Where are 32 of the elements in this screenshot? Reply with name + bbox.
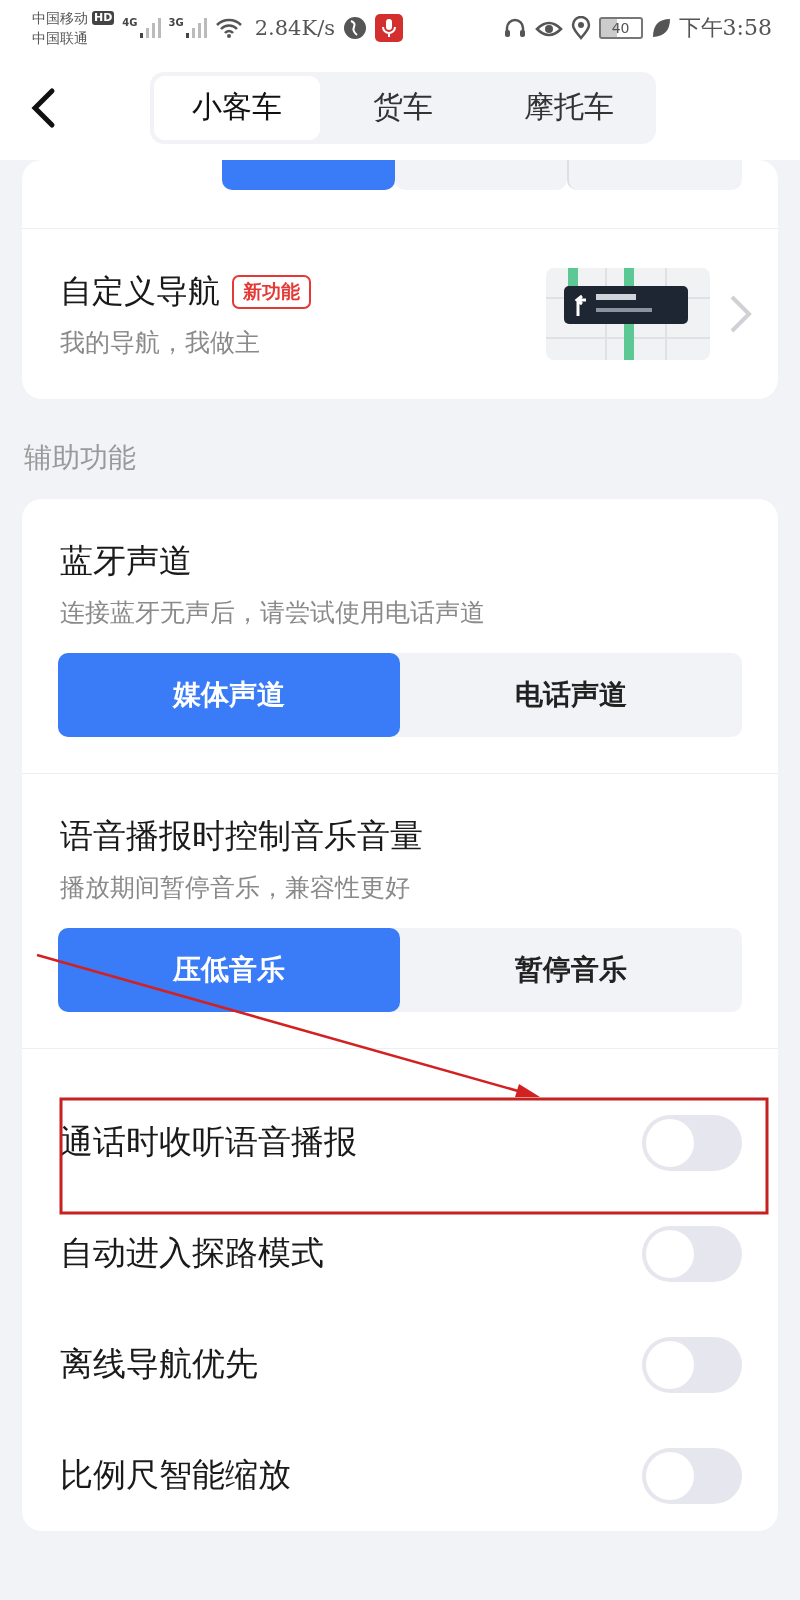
carrier-name: 中国移动: [32, 8, 88, 28]
setting-label: 离线导航优先: [60, 1343, 258, 1385]
setting-label: 通话时收听语音播报: [60, 1121, 357, 1163]
setting-title: 语音播报时控制音乐音量: [60, 815, 424, 857]
setting-title: 自定义导航: [60, 270, 220, 312]
clock-time: 下午3:58: [678, 13, 772, 42]
battery-indicator: 40: [598, 16, 643, 39]
segment-option[interactable]: 压低音乐: [58, 928, 400, 1012]
microphone-icon: [375, 13, 403, 42]
signal-indicator: 3G: [168, 16, 207, 39]
hd-indicator: HD: [92, 10, 115, 25]
wifi-icon: [214, 16, 243, 39]
globe-icon: [343, 15, 367, 40]
vehicle-tab[interactable]: 摩托车: [486, 75, 652, 140]
location-icon: [570, 15, 591, 40]
setting-label: 比例尺智能缩放: [60, 1454, 291, 1496]
vehicle-tab[interactable]: 货车: [320, 75, 486, 140]
leaf-icon: [650, 16, 671, 39]
vehicle-tab[interactable]: 小客车: [154, 75, 320, 140]
new-feature-badge: 新功能: [232, 274, 311, 309]
setting-title: 蓝牙声道: [60, 540, 193, 582]
setting-subtitle: 我的导航，我做主: [60, 326, 261, 359]
signal-indicator: 4G: [122, 16, 161, 39]
carrier-name: 中国联通: [32, 28, 89, 48]
section-label: 辅助功能: [23, 440, 137, 476]
setting-label: 自动进入探路模式: [60, 1232, 324, 1274]
network-speed: 2.84K/s: [254, 15, 335, 40]
segment-option[interactable]: 媒体声道: [58, 653, 400, 737]
segment-option[interactable]: 电话声道: [400, 653, 742, 737]
setting-subtitle: 连接蓝牙无声后，请尝试使用电话声道: [60, 597, 486, 629]
setting-subtitle: 播放期间暂停音乐，兼容性更好: [60, 872, 411, 904]
segment-option[interactable]: 暂停音乐: [400, 928, 742, 1012]
